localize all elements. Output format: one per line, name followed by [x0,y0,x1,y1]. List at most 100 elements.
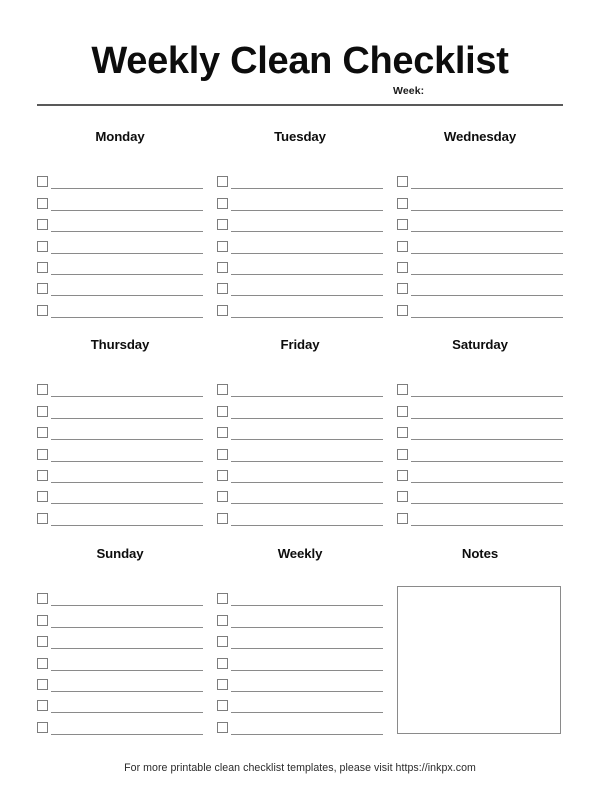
checkbox-unchecked-icon[interactable] [217,405,228,417]
checkbox-unchecked-icon[interactable] [217,657,228,669]
write-on-line[interactable] [51,712,203,714]
write-on-line[interactable] [51,316,203,318]
checkbox-unchecked-icon[interactable] [37,261,48,273]
write-on-line[interactable] [411,209,563,211]
checkbox-unchecked-icon[interactable] [217,491,228,503]
write-on-line[interactable] [411,460,563,462]
checkbox-unchecked-icon[interactable] [37,384,48,396]
checkbox-unchecked-icon[interactable] [217,219,228,231]
write-on-line[interactable] [231,439,383,441]
write-on-line[interactable] [51,481,203,483]
checkbox-unchecked-icon[interactable] [217,700,228,712]
checkbox-unchecked-icon[interactable] [37,448,48,460]
write-on-line[interactable] [51,648,203,650]
checkbox-unchecked-icon[interactable] [397,384,408,396]
checkbox-unchecked-icon[interactable] [37,469,48,481]
write-on-line[interactable] [231,524,383,526]
checkbox-unchecked-icon[interactable] [397,240,408,252]
write-on-line[interactable] [231,295,383,297]
write-on-line[interactable] [51,273,203,275]
checkbox-unchecked-icon[interactable] [217,176,228,188]
checkbox-unchecked-icon[interactable] [217,512,228,524]
checkbox-unchecked-icon[interactable] [37,176,48,188]
write-on-line[interactable] [411,252,563,254]
write-on-line[interactable] [51,503,203,505]
checkbox-unchecked-icon[interactable] [37,197,48,209]
notes-box[interactable] [397,586,561,734]
write-on-line[interactable] [411,417,563,419]
checkbox-unchecked-icon[interactable] [217,614,228,626]
checkbox-unchecked-icon[interactable] [397,219,408,231]
checkbox-unchecked-icon[interactable] [397,261,408,273]
checkbox-unchecked-icon[interactable] [37,283,48,295]
write-on-line[interactable] [411,396,563,398]
write-on-line[interactable] [411,503,563,505]
write-on-line[interactable] [51,524,203,526]
write-on-line[interactable] [231,605,383,607]
checkbox-unchecked-icon[interactable] [217,240,228,252]
write-on-line[interactable] [231,252,383,254]
checkbox-unchecked-icon[interactable] [217,283,228,295]
write-on-line[interactable] [51,605,203,607]
write-on-line[interactable] [231,417,383,419]
write-on-line[interactable] [411,295,563,297]
write-on-line[interactable] [231,626,383,628]
write-on-line[interactable] [411,231,563,233]
checkbox-unchecked-icon[interactable] [217,304,228,316]
write-on-line[interactable] [231,712,383,714]
checkbox-unchecked-icon[interactable] [37,700,48,712]
checkbox-unchecked-icon[interactable] [397,176,408,188]
checkbox-unchecked-icon[interactable] [397,448,408,460]
checkbox-unchecked-icon[interactable] [37,593,48,605]
write-on-line[interactable] [231,648,383,650]
write-on-line[interactable] [231,503,383,505]
write-on-line[interactable] [51,209,203,211]
checkbox-unchecked-icon[interactable] [217,448,228,460]
write-on-line[interactable] [51,626,203,628]
checkbox-unchecked-icon[interactable] [37,219,48,231]
write-on-line[interactable] [51,417,203,419]
checkbox-unchecked-icon[interactable] [397,304,408,316]
write-on-line[interactable] [51,396,203,398]
write-on-line[interactable] [231,231,383,233]
write-on-line[interactable] [411,316,563,318]
checkbox-unchecked-icon[interactable] [397,405,408,417]
write-on-line[interactable] [51,439,203,441]
checkbox-unchecked-icon[interactable] [217,593,228,605]
write-on-line[interactable] [51,460,203,462]
write-on-line[interactable] [231,209,383,211]
write-on-line[interactable] [411,524,563,526]
checkbox-unchecked-icon[interactable] [397,491,408,503]
write-on-line[interactable] [231,188,383,190]
checkbox-unchecked-icon[interactable] [37,678,48,690]
write-on-line[interactable] [51,188,203,190]
checkbox-unchecked-icon[interactable] [37,405,48,417]
write-on-line[interactable] [231,481,383,483]
checkbox-unchecked-icon[interactable] [37,657,48,669]
checkbox-unchecked-icon[interactable] [37,614,48,626]
write-on-line[interactable] [231,669,383,671]
checkbox-unchecked-icon[interactable] [217,469,228,481]
write-on-line[interactable] [411,188,563,190]
write-on-line[interactable] [51,669,203,671]
write-on-line[interactable] [411,481,563,483]
checkbox-unchecked-icon[interactable] [217,427,228,439]
write-on-line[interactable] [231,690,383,692]
checkbox-unchecked-icon[interactable] [217,636,228,648]
checkbox-unchecked-icon[interactable] [37,512,48,524]
checkbox-unchecked-icon[interactable] [217,197,228,209]
write-on-line[interactable] [411,273,563,275]
write-on-line[interactable] [231,273,383,275]
checkbox-unchecked-icon[interactable] [37,721,48,733]
checkbox-unchecked-icon[interactable] [397,427,408,439]
checkbox-unchecked-icon[interactable] [397,283,408,295]
checkbox-unchecked-icon[interactable] [217,384,228,396]
write-on-line[interactable] [51,231,203,233]
write-on-line[interactable] [231,733,383,735]
checkbox-unchecked-icon[interactable] [217,261,228,273]
write-on-line[interactable] [51,733,203,735]
checkbox-unchecked-icon[interactable] [37,240,48,252]
write-on-line[interactable] [231,316,383,318]
checkbox-unchecked-icon[interactable] [37,304,48,316]
write-on-line[interactable] [231,460,383,462]
